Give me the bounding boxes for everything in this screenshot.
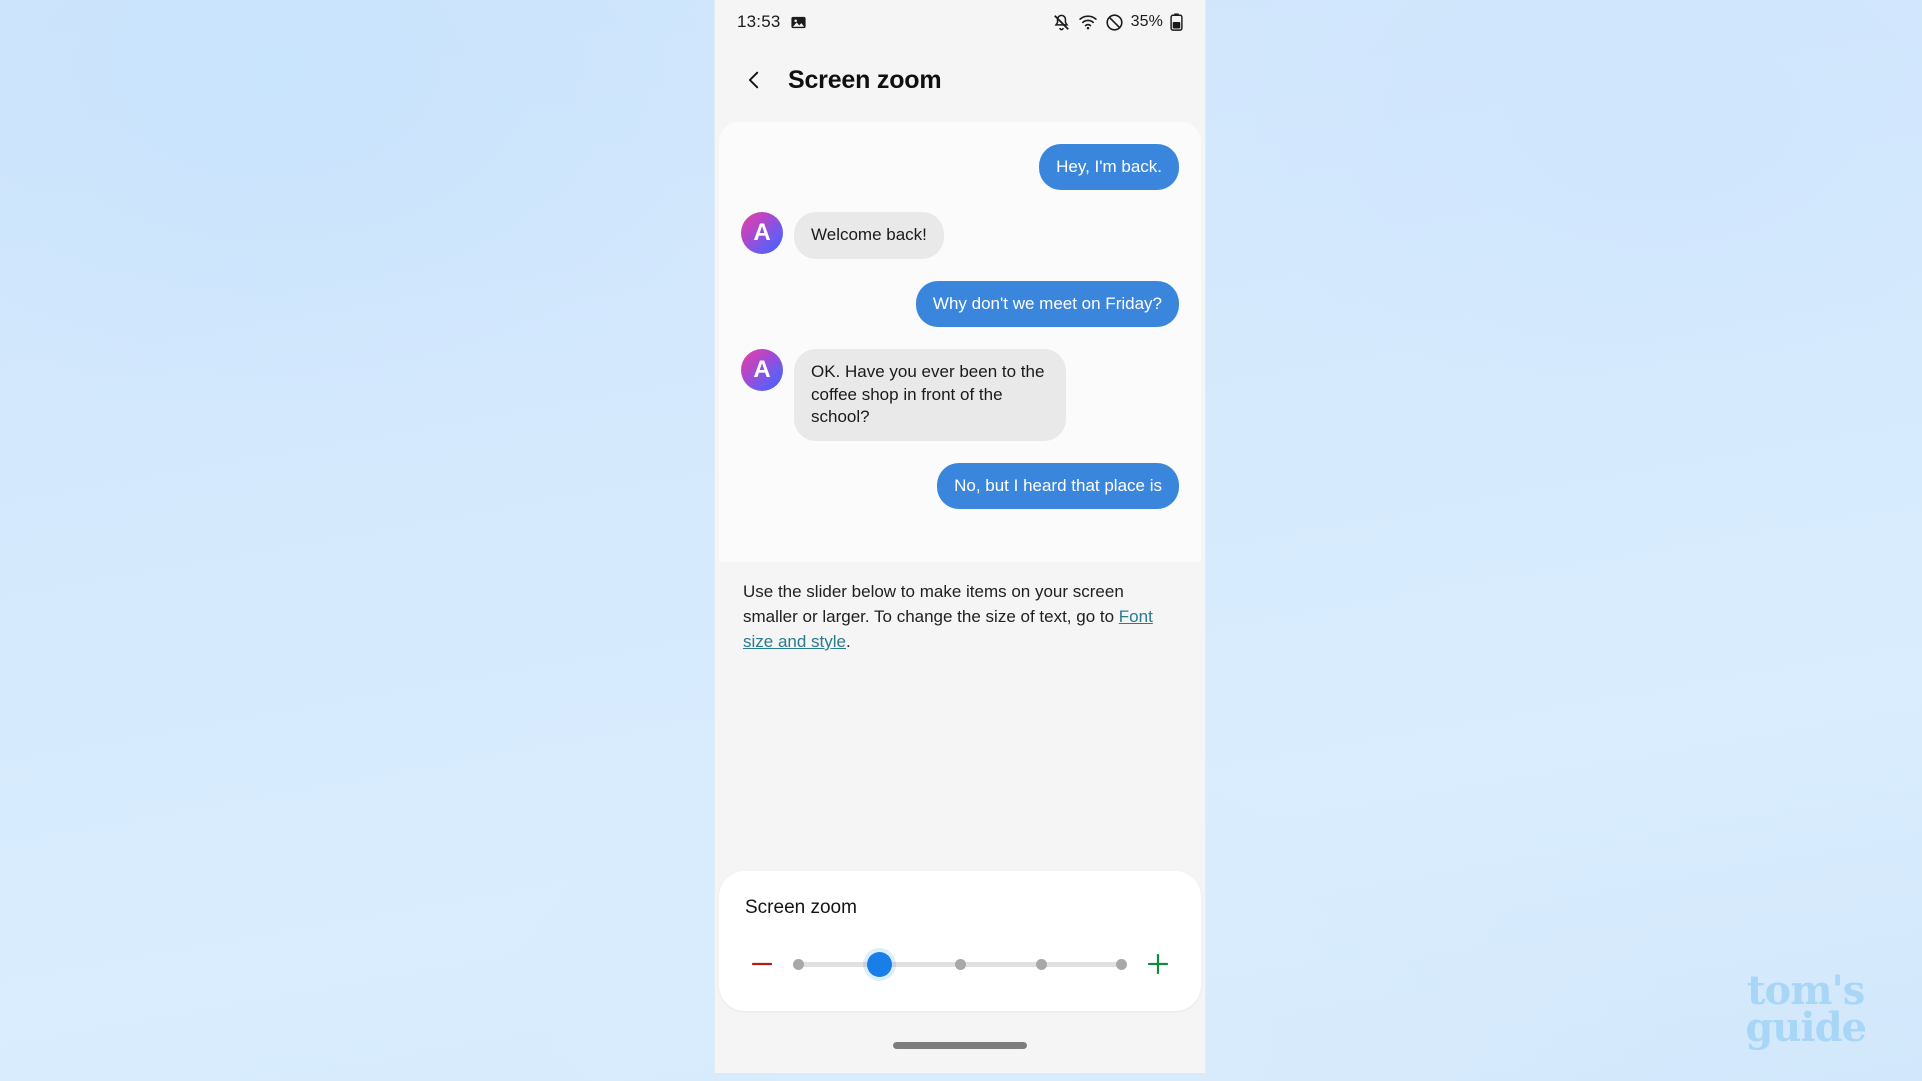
home-gesture-pill[interactable]: [893, 1041, 1027, 1049]
battery-percent-label: 35%: [1130, 13, 1163, 30]
chevron-left-icon: [748, 71, 759, 89]
mute-icon: [1052, 13, 1071, 32]
avatar: A: [741, 212, 783, 255]
chat-message-row: Hey, I'm back.: [741, 144, 1179, 191]
screen-zoom-slider[interactable]: [792, 947, 1128, 981]
slider-tick[interactable]: [1116, 958, 1128, 970]
app-bar: Screen zoom: [715, 44, 1205, 116]
status-bar-right: 35%: [1052, 12, 1183, 32]
slider-row: [745, 947, 1175, 981]
image-icon: [790, 14, 807, 31]
phone-screen: 13:53 35% Screen zoom Hey, I'm back. A W…: [714, 0, 1206, 1073]
status-bar-left: 13:53: [737, 12, 807, 32]
do-not-disturb-icon: [1105, 13, 1124, 32]
decrease-zoom-button[interactable]: [745, 947, 779, 981]
navigation-bar: [715, 1017, 1205, 1073]
watermark-line-2: guide: [1745, 1004, 1867, 1052]
screen-zoom-slider-card: Screen zoom: [719, 871, 1201, 1011]
minus-icon: [751, 962, 773, 966]
slider-thumb[interactable]: [866, 951, 892, 977]
plus-icon: [1147, 953, 1169, 975]
chat-message-row: Why don't we meet on Friday?: [741, 280, 1179, 328]
slider-card-title: Screen zoom: [745, 897, 857, 918]
chat-message-row: A Welcome back!: [741, 212, 1179, 259]
chat-bubble-outgoing-clipped: No, but I heard that place is: [937, 462, 1179, 510]
increase-zoom-button[interactable]: [1141, 947, 1175, 981]
chat-bubble-incoming: Welcome back!: [794, 212, 944, 259]
avatar: A: [741, 349, 783, 392]
chat-message-row: A OK. Have you ever been to the coffee s…: [741, 349, 1179, 441]
chat-bubble-outgoing: Hey, I'm back.: [1039, 144, 1179, 191]
chat-message-row: No, but I heard that place is: [741, 462, 1179, 510]
chat-bubble-incoming: OK. Have you ever been to the coffee sho…: [794, 349, 1066, 441]
page-title: Screen zoom: [788, 65, 942, 94]
slider-tick[interactable]: [955, 958, 967, 970]
back-button[interactable]: [737, 63, 771, 97]
description-before: Use the slider below to make items on yo…: [743, 582, 1124, 626]
watermark: tom's guide: [1745, 971, 1867, 1052]
status-bar: 13:53 35%: [715, 0, 1205, 44]
chat-preview-panel: Hey, I'm back. A Welcome back! Why don't…: [719, 122, 1201, 562]
description-text: Use the slider below to make items on yo…: [715, 562, 1205, 655]
chat-bubble-outgoing: Why don't we meet on Friday?: [915, 280, 1179, 328]
battery-icon: [1170, 13, 1183, 31]
slider-tick[interactable]: [792, 958, 804, 970]
description-after: .: [846, 631, 851, 651]
slider-tick[interactable]: [1036, 958, 1048, 970]
wifi-icon: [1078, 12, 1098, 32]
status-clock: 13:53: [737, 12, 781, 31]
